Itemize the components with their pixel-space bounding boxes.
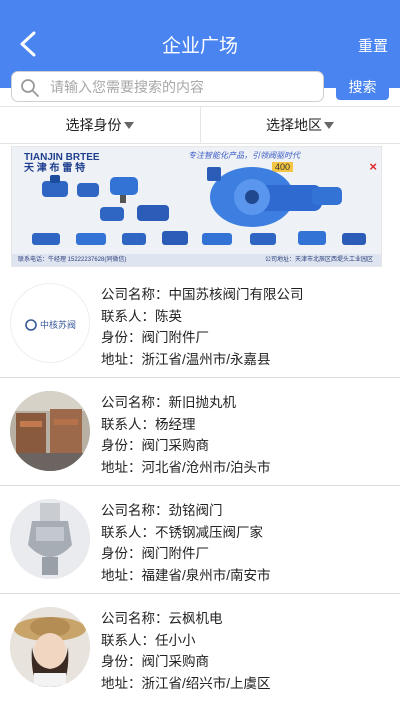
company-name-row: 公司名称：新旧抛丸机 bbox=[101, 392, 271, 414]
contact-name: 任小小 bbox=[155, 632, 196, 648]
page-title: 企业广场 bbox=[161, 36, 238, 57]
identity-row: 身份：阀门附件厂 bbox=[101, 543, 271, 565]
company-name-label: 公司名称： bbox=[101, 395, 169, 410]
address-row: 地址：浙江省/温州市/永嘉县 bbox=[101, 349, 304, 371]
company-item[interactable]: 公司名称：劲铭阀门 联系人：不锈钢减压阀厂家 身份：阀门附件厂 地址：福建省/泉… bbox=[0, 486, 400, 594]
company-logo-text: 中核苏阀 bbox=[40, 319, 76, 331]
contact-label: 联系人： bbox=[101, 416, 155, 432]
identity-row: 身份：阀门附件厂 bbox=[101, 327, 304, 349]
company-logo-icon: 中核苏阀 bbox=[25, 319, 76, 331]
address-row: 地址：河北省/沧州市/泊头市 bbox=[101, 457, 271, 479]
company-info: 公司名称：劲铭阀门 联系人：不锈钢减压阀厂家 身份：阀门附件厂 地址：福建省/泉… bbox=[101, 500, 271, 586]
caret-down-icon bbox=[123, 122, 134, 129]
identity-value: 阀门采购商 bbox=[141, 654, 210, 669]
contact-row: 联系人：任小小 bbox=[101, 630, 271, 652]
address-value: 浙江省/绍兴市/上虞区 bbox=[141, 675, 271, 691]
filter-bar: 选择身份 选择地区 bbox=[0, 106, 400, 144]
banner-phone: 联系电话：牛经理 15222237628(同微信) bbox=[18, 257, 127, 263]
company-name: 云枫机电 bbox=[168, 611, 223, 626]
company-name-row: 公司名称：中国苏核阀门有限公司 bbox=[101, 284, 304, 306]
address-value: 福建省/泉州市/南安市 bbox=[141, 567, 271, 583]
contact-name: 杨经理 bbox=[155, 416, 196, 432]
contact-label: 联系人： bbox=[101, 524, 155, 540]
company-photo-avatar bbox=[10, 391, 90, 471]
company-photo-avatar bbox=[10, 499, 90, 579]
company-item[interactable]: 公司名称：云枫机电 联系人：任小小 身份：阀门采购商 地址：浙江省/绍兴市/上虞… bbox=[0, 594, 400, 702]
region-filter-label: 选择地区 bbox=[266, 117, 322, 133]
region-filter[interactable]: 选择地区 bbox=[200, 107, 399, 143]
identity-row: 身份：阀门采购商 bbox=[101, 651, 271, 673]
identity-value: 阀门附件厂 bbox=[141, 330, 210, 345]
identity-row: 身份：阀门采购商 bbox=[101, 435, 271, 457]
address-label: 地址： bbox=[101, 675, 142, 691]
company-name-label: 公司名称： bbox=[101, 503, 169, 518]
search-box[interactable] bbox=[11, 71, 324, 102]
company-info: 公司名称：中国苏核阀门有限公司 联系人：陈英 身份：阀门附件厂 地址：浙江省/温… bbox=[101, 284, 304, 370]
identity-label: 身份： bbox=[101, 654, 142, 669]
contact-label: 联系人： bbox=[101, 308, 155, 324]
address-label: 地址： bbox=[101, 459, 142, 475]
company-info: 公司名称：云枫机电 联系人：任小小 身份：阀门采购商 地址：浙江省/绍兴市/上虞… bbox=[101, 608, 271, 694]
search-input[interactable] bbox=[50, 76, 310, 98]
search-icon bbox=[21, 79, 39, 97]
contact-row: 联系人：不锈钢减压阀厂家 bbox=[101, 522, 271, 544]
identity-filter-label: 选择身份 bbox=[65, 117, 122, 133]
search-bar: 搜索 bbox=[0, 66, 400, 106]
company-name-row: 公司名称：云枫机电 bbox=[101, 608, 271, 630]
address-row: 地址：浙江省/绍兴市/上虞区 bbox=[101, 673, 271, 695]
person-photo bbox=[10, 607, 90, 687]
address-value: 浙江省/温州市/永嘉县 bbox=[141, 351, 271, 367]
contact-name: 不锈钢减压阀厂家 bbox=[155, 524, 263, 540]
contact-label: 联系人： bbox=[101, 632, 155, 648]
reset-button[interactable]: 重置 bbox=[358, 35, 388, 56]
address-label: 地址： bbox=[101, 567, 142, 583]
contact-row: 联系人：杨经理 bbox=[101, 414, 271, 436]
company-item[interactable]: 中核苏阀 公司名称：中国苏核阀门有限公司 联系人：陈英 身份：阀门附件厂 地址：… bbox=[0, 270, 400, 378]
company-item[interactable]: 公司名称：新旧抛丸机 联系人：杨经理 身份：阀门采购商 地址：河北省/沧州市/泊… bbox=[0, 378, 400, 486]
company-name-label: 公司名称： bbox=[101, 611, 169, 626]
contact-row: 联系人：陈英 bbox=[101, 306, 304, 328]
company-name: 劲铭阀门 bbox=[168, 503, 223, 518]
caret-down-icon bbox=[324, 122, 334, 129]
machinery-photo bbox=[10, 391, 90, 471]
identity-label: 身份： bbox=[101, 438, 142, 453]
identity-value: 阀门采购商 bbox=[141, 438, 210, 453]
address-row: 地址：福建省/泉州市/南安市 bbox=[101, 565, 271, 587]
search-button[interactable]: 搜索 bbox=[336, 74, 389, 100]
ad-banner[interactable]: TIANJIN BRTEE 天 津 布 雷 特 专注智能化产品，引领阀驱时代 4… bbox=[11, 146, 382, 267]
company-name-row: 公司名称：劲铭阀门 bbox=[101, 500, 271, 522]
contact-name: 陈英 bbox=[155, 308, 182, 324]
valve-photo bbox=[10, 499, 90, 579]
banner-product-image bbox=[32, 167, 366, 245]
company-name: 中国苏核阀门有限公司 bbox=[168, 287, 304, 302]
company-name: 新旧抛丸机 bbox=[168, 395, 237, 410]
identity-label: 身份： bbox=[101, 330, 142, 345]
identity-value: 阀门附件厂 bbox=[141, 546, 210, 561]
company-info: 公司名称：新旧抛丸机 联系人：杨经理 身份：阀门采购商 地址：河北省/沧州市/泊… bbox=[101, 392, 271, 478]
identity-label: 身份： bbox=[101, 546, 142, 561]
address-label: 地址： bbox=[101, 351, 142, 367]
banner-address: 公司地址：天津市北辰区西堤头工业园区 bbox=[264, 257, 373, 263]
company-name-label: 公司名称： bbox=[101, 287, 169, 302]
company-logo-avatar: 中核苏阀 bbox=[10, 283, 90, 363]
identity-filter[interactable]: 选择身份 bbox=[0, 107, 199, 143]
banner-footer: 联系电话：牛经理 15222237628(同微信) 公司地址：天津市北辰区西堤头… bbox=[12, 254, 381, 266]
company-photo-avatar bbox=[10, 607, 90, 687]
address-value: 河北省/沧州市/泊头市 bbox=[141, 459, 271, 475]
